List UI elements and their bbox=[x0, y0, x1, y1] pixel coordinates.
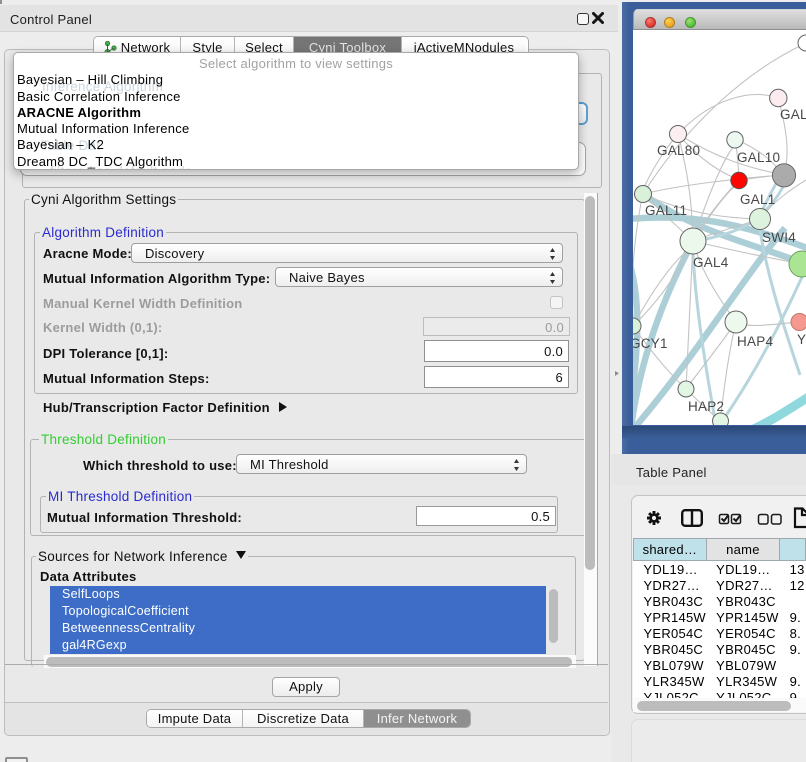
svg-text:SWI4: SWI4 bbox=[762, 230, 796, 245]
svg-text:HAP4: HAP4 bbox=[737, 334, 774, 349]
svg-text:GAL10: GAL10 bbox=[737, 150, 780, 165]
svg-text:GCY1: GCY1 bbox=[633, 336, 668, 351]
svg-text:GAL1: GAL1 bbox=[740, 192, 776, 207]
svg-text:GAL4: GAL4 bbox=[693, 255, 729, 270]
svg-text:GAL7: GAL7 bbox=[780, 107, 806, 122]
svg-text:HAP2: HAP2 bbox=[688, 399, 724, 414]
svg-text:Y: Y bbox=[797, 332, 806, 347]
svg-text:GAL80: GAL80 bbox=[657, 143, 700, 158]
svg-text:GAL11: GAL11 bbox=[645, 203, 687, 218]
